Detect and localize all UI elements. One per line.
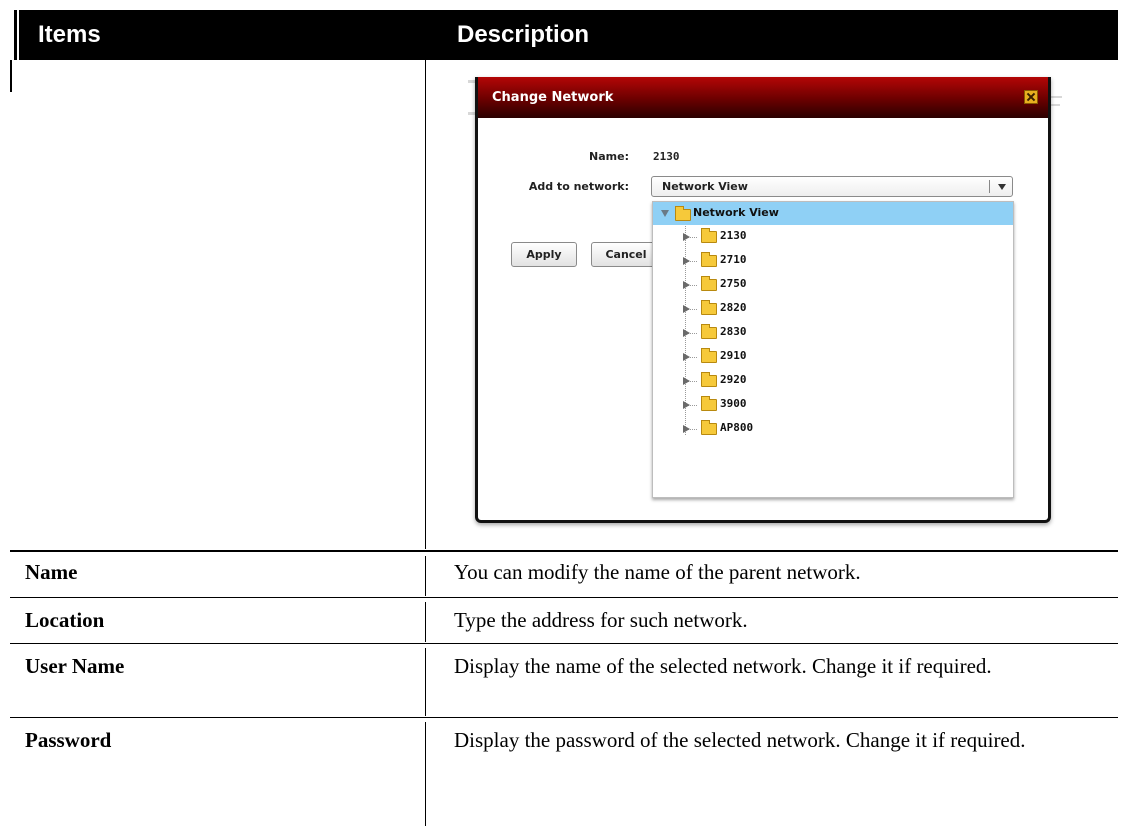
tree-item-label: 2830 (720, 325, 747, 338)
tree-item-label: 2710 (720, 253, 747, 266)
tree-item-label: AP800 (720, 421, 754, 434)
header-items: Items (38, 21, 101, 48)
tree-item-label: 2910 (720, 349, 747, 362)
row-description-password: Display the password of the selected net… (454, 728, 1026, 752)
network-label: Add to network: (528, 180, 629, 193)
expand-arrow-icon[interactable] (683, 281, 690, 289)
folder-icon (701, 372, 717, 387)
tree-item-label: 2920 (720, 373, 747, 386)
expand-arrow-icon[interactable] (683, 305, 690, 313)
column-separator (425, 648, 426, 716)
row-description-user-name: Display the name of the selected network… (454, 654, 992, 678)
name-value: 2130 (653, 150, 680, 163)
tree-item-label: 2820 (720, 301, 747, 314)
dropdown-arrow-icon[interactable] (998, 184, 1006, 190)
tree-item-label: 2750 (720, 277, 747, 290)
row-item-name: Name (25, 560, 78, 584)
expand-arrow-icon[interactable] (683, 425, 690, 433)
folder-icon (701, 276, 717, 291)
header-description: Description (457, 21, 590, 48)
row-divider (10, 643, 1118, 644)
expand-arrow-icon[interactable] (683, 353, 690, 361)
network-select[interactable]: Network View (651, 176, 1013, 197)
apply-button[interactable]: Apply (511, 242, 577, 267)
folder-icon (701, 324, 717, 339)
expand-arrow-icon[interactable] (683, 233, 690, 241)
tree-root-label: Network View (693, 206, 779, 219)
cancel-button[interactable]: Cancel (591, 242, 661, 267)
header-stripe (10, 10, 14, 60)
column-separator (425, 556, 426, 596)
select-divider (989, 180, 990, 193)
dialog-title: Change Network (492, 90, 614, 105)
folder-icon (675, 206, 691, 221)
network-tree-dropdown[interactable]: Network View 2130 2710 2750 2820 2830 29… (652, 201, 1014, 498)
row-item-location: Location (25, 608, 105, 632)
network-selected-value: Network View (662, 180, 748, 193)
close-icon[interactable] (1024, 90, 1038, 104)
dialog-title-bar: Change Network (478, 77, 1048, 118)
tree-root-row[interactable]: Network View (653, 202, 1013, 225)
row-divider (10, 717, 1118, 718)
folder-icon (701, 420, 717, 435)
expand-arrow-icon[interactable] (683, 329, 690, 337)
folder-icon (701, 348, 717, 363)
row-item-password: Password (25, 728, 112, 752)
column-separator (425, 602, 426, 642)
name-label: Name: (589, 150, 629, 163)
row-description-location: Type the address for such network. (454, 608, 748, 632)
collapse-arrow-icon[interactable] (661, 210, 669, 217)
column-separator (425, 722, 426, 826)
row-divider (10, 597, 1118, 598)
row-item-user-name: User Name (25, 654, 125, 678)
tree-item-label: 3900 (720, 397, 747, 410)
row-divider (10, 550, 1118, 552)
left-rule (10, 60, 12, 92)
expand-arrow-icon[interactable] (683, 257, 690, 265)
column-separator (425, 60, 426, 549)
expand-arrow-icon[interactable] (683, 401, 690, 409)
folder-icon (701, 396, 717, 411)
tree-item-label: 2130 (720, 229, 747, 242)
folder-icon (701, 252, 717, 267)
row-description-name: You can modify the name of the parent ne… (454, 560, 861, 584)
folder-icon (701, 300, 717, 315)
header-stripe (17, 10, 19, 60)
change-network-dialog: Change Network Name: 2130 Add to network… (475, 77, 1051, 523)
folder-icon (701, 228, 717, 243)
expand-arrow-icon[interactable] (683, 377, 690, 385)
